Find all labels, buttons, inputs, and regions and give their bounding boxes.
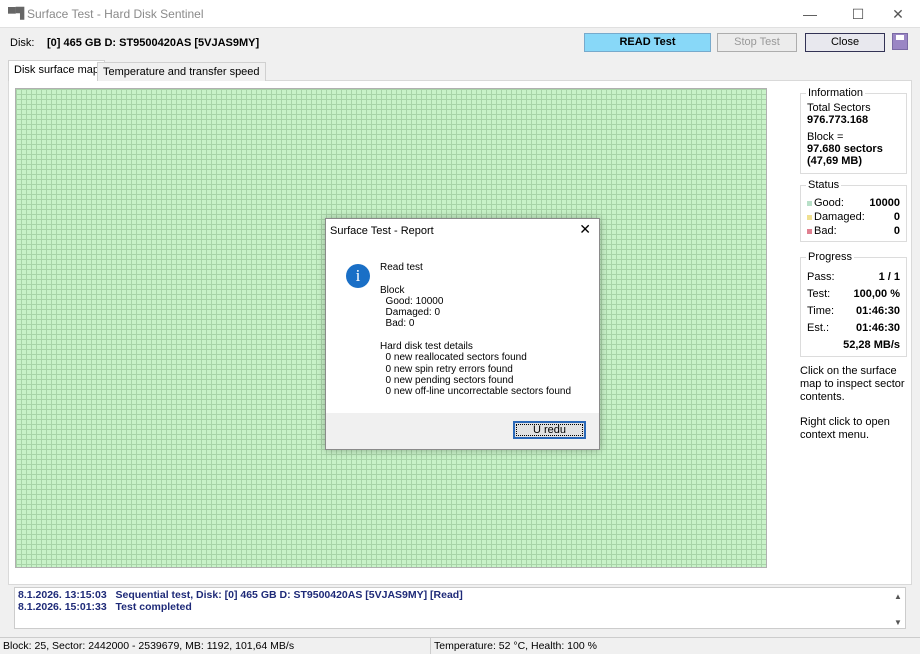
report-dialog: Surface Test - Report ✕ i Read test Bloc… [325, 218, 600, 450]
right-click-hint: Right click to open context menu. [800, 416, 890, 441]
log-text: Test completed [115, 600, 192, 613]
status-group: Status Good: 10000 Damaged: 0 Bad: 0 [800, 179, 907, 242]
block-sectors: 97.680 sectors [807, 143, 883, 155]
progress-title: Progress [806, 251, 855, 263]
progress-group: Progress Pass: 1 / 1 Test: 100,00 % Time: 0… [800, 251, 907, 357]
information-group: Information Total Sectors 976.773.168 Bl… [800, 87, 907, 174]
dialog-message: Read test Block Good: 10000 Damaged: 0 B… [380, 262, 572, 398]
window-title: Surface Test - Hard Disk Sentinel [27, 7, 204, 21]
save-icon[interactable] [892, 33, 908, 50]
total-sectors-label: Total Sectors [807, 102, 871, 114]
good-value: 10000 [869, 197, 900, 209]
bad-swatch-icon [807, 228, 812, 234]
dialog-title: Surface Test - Report [330, 225, 434, 237]
test-label: Test: [807, 288, 831, 300]
log-entry: 8.1.2026. 15:01:33 Test completed [18, 600, 902, 614]
log-time: 8.1.2026. 15:01:33 [18, 600, 107, 613]
tab-disk-surface-map[interactable]: Disk surface map [8, 60, 105, 81]
scroll-up-icon[interactable]: ▲ [891, 591, 905, 603]
dialog-close-icon[interactable]: ✕ [579, 221, 591, 238]
scroll-down-icon[interactable]: ▼ [891, 617, 905, 629]
pass-label: Pass: [807, 271, 835, 283]
window-close-button[interactable]: ✕ [876, 0, 920, 28]
log-time: 8.1.2026. 13:15:03 [18, 589, 107, 601]
damaged-swatch-icon [807, 214, 812, 220]
title-bar: ▀▜ Surface Test - Hard Disk Sentinel — ☐… [0, 0, 920, 28]
test-value: 100,00 % [853, 288, 900, 300]
bad-value: 0 [893, 225, 900, 237]
block-mb: (47,69 MB) [807, 155, 863, 167]
total-sectors-value: 976.773.168 [807, 114, 869, 126]
status-block-info: Block: 25, Sector: 2442000 - 2539679, MB… [3, 640, 295, 652]
est-value: 01:46:30 [855, 322, 900, 334]
damaged-value: 0 [893, 211, 900, 223]
pass-value: 1 / 1 [878, 271, 900, 283]
time-label: Time: [807, 305, 835, 317]
good-label: Good: [814, 197, 844, 209]
log-list: 8.1.2026. 13:15:03 Sequential test, Disk… [14, 587, 906, 629]
read-test-button[interactable]: READ Test [584, 33, 711, 52]
time-value: 01:46:30 [855, 305, 900, 317]
status-bar: Block: 25, Sector: 2442000 - 2539679, MB… [0, 637, 920, 654]
maximize-button[interactable]: ☐ [836, 0, 880, 28]
info-icon: i [346, 264, 370, 288]
block-label: Block = [807, 131, 844, 143]
app-icon: ▀▜ [8, 8, 25, 20]
damaged-label: Damaged: [814, 211, 865, 223]
click-hint: Click on the surface map to inspect sect… [800, 365, 905, 403]
status-temperature: Temperature: 52 °C, Health: 100 % [430, 638, 597, 654]
est-label: Est.: [807, 322, 830, 334]
stop-test-button[interactable]: Stop Test [717, 33, 797, 52]
status-title: Status [806, 179, 842, 191]
information-title: Information [806, 87, 866, 99]
log-text: Sequential test, Disk: [0] 465 GB D: ST9… [115, 589, 463, 601]
speed-value: 52,28 MB/s [843, 339, 900, 351]
bad-label: Bad: [814, 225, 837, 237]
tab-temperature-transfer[interactable]: Temperature and transfer speed [97, 62, 266, 81]
disk-value: [0] 465 GB D: ST9500420AS [5VJAS9MY] [47, 37, 260, 49]
close-button[interactable]: Close [805, 33, 885, 52]
minimize-button[interactable]: — [788, 0, 832, 28]
disk-label: Disk: [10, 37, 35, 49]
ok-button[interactable]: U redu [513, 421, 586, 439]
good-swatch-icon [807, 200, 812, 206]
log-scrollbar[interactable]: ▲ ▼ [891, 588, 905, 628]
